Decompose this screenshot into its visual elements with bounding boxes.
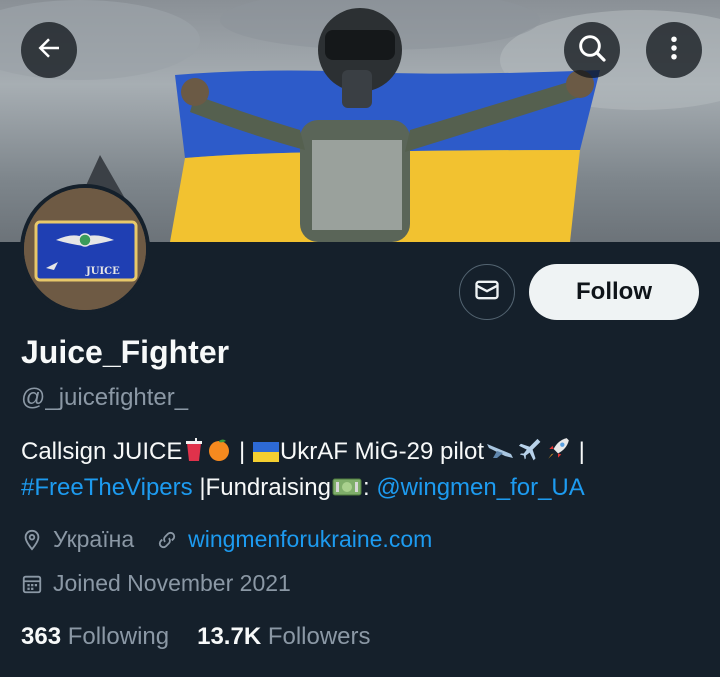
envelope-icon [473,276,501,309]
back-button[interactable] [21,22,77,78]
display-name: Juice_Fighter [21,334,230,370]
bio-text: Callsign JUICE [21,438,183,465]
airplane-departure-icon [485,438,515,471]
location-text: Україна [53,526,135,552]
search-button[interactable] [564,22,620,78]
following-link[interactable]: 363 Following [21,623,169,651]
more-options-button[interactable] [646,22,702,78]
more-vertical-icon [659,33,689,68]
avatar-patch-text: JUICE [85,266,120,277]
following-count: 363 [21,623,62,650]
calendar-icon [21,573,43,595]
drink-cup-icon [183,438,205,471]
location-pin-icon [21,529,43,551]
airplane-icon [517,436,543,471]
following-label: Following [67,623,170,650]
website-link[interactable]: wingmenforukraine.com [188,526,432,553]
bio-colon: : [362,474,377,501]
location-row: Україна wingmenforukraine.com [21,526,432,553]
bio-separator: | [232,438,252,465]
bio-text-fundraising: |Fundraising [192,474,331,501]
bio: Callsign JUICE | UkrAF MiG-29 pilot | #F… [21,435,701,507]
followers-link[interactable]: 13.7K Followers [197,623,370,651]
back-arrow-icon [34,33,64,68]
rocket-icon [545,436,571,471]
follow-stats: 363 Following 13.7K Followers [21,623,371,651]
money-icon [332,474,362,507]
hashtag-link[interactable]: #FreeTheVipers [21,474,193,501]
tangerine-icon [207,438,231,471]
mention-link[interactable]: @wingmen_for_UA [376,474,584,501]
joined-row: Joined November 2021 [21,570,291,597]
link-icon [156,529,178,551]
followers-count: 13.7K [197,623,262,650]
avatar-patch-image: JUICE [24,188,146,310]
avatar[interactable]: JUICE [20,184,150,314]
joined-text: Joined November 2021 [53,570,291,596]
ukraine-flag-icon [252,438,279,471]
bio-separator-2: | [572,438,585,465]
handle: @_juicefighter_ [21,384,189,411]
followers-label: Followers [267,623,371,650]
message-button[interactable] [459,264,515,320]
bio-text-pilot: UkrAF MiG-29 pilot [279,438,485,465]
follow-button[interactable]: Follow [529,264,699,320]
search-icon [576,32,608,69]
